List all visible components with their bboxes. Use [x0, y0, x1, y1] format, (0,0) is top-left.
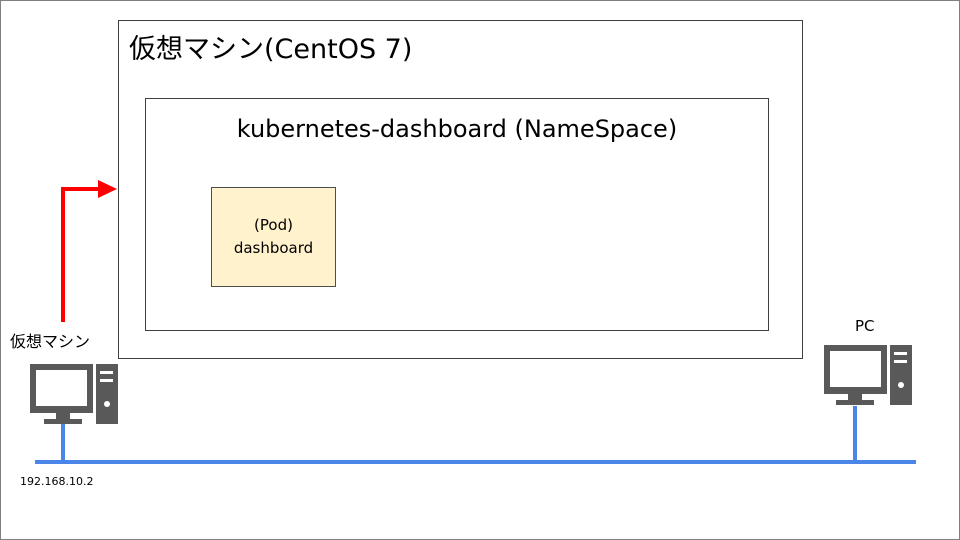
- desktop-computer-icon: [824, 345, 912, 405]
- access-arrow: [61, 187, 100, 322]
- access-arrow-head: [98, 180, 117, 198]
- desktop-computer-icon: [30, 364, 118, 424]
- left-host-label: 仮想マシン: [10, 332, 91, 351]
- diagram-connectors: [30, 180, 916, 464]
- left-host-ip: 192.168.10.2: [20, 475, 94, 488]
- right-host-label: PC: [855, 317, 875, 335]
